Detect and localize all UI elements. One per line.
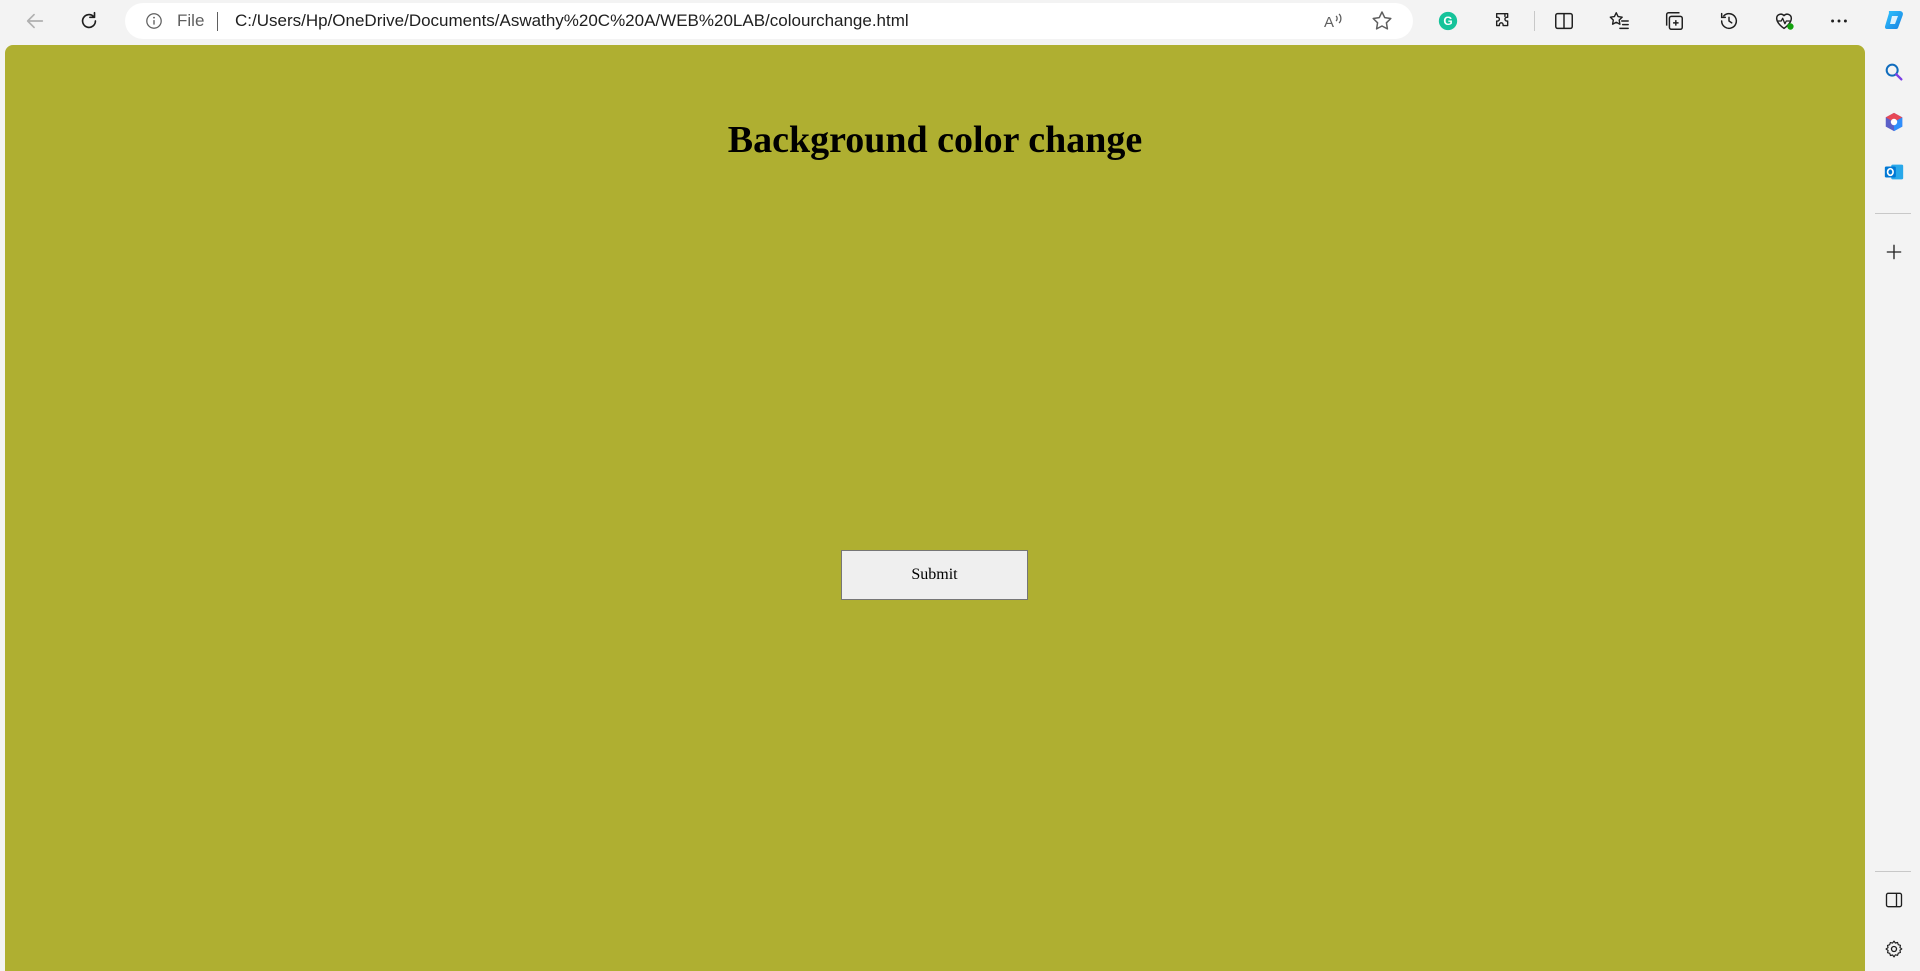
address-scheme-label: File xyxy=(177,11,205,30)
address-bar[interactable]: File C:/Users/Hp/OneDrive/Documents/Aswa… xyxy=(125,3,1413,39)
address-separator xyxy=(217,12,218,31)
sidebar-office-button[interactable] xyxy=(1882,110,1906,134)
browser-essentials-button[interactable] xyxy=(1766,6,1802,36)
svg-text:G: G xyxy=(1443,14,1452,28)
history-button[interactable] xyxy=(1711,6,1747,36)
sidebar-settings-button[interactable] xyxy=(1882,937,1906,961)
grammarly-icon: G xyxy=(1438,11,1458,31)
hide-sidebar-icon xyxy=(1885,892,1903,908)
address-url[interactable]: C:/Users/Hp/OneDrive/Documents/Aswathy%2… xyxy=(235,12,909,30)
browser-essentials-icon xyxy=(1775,13,1794,30)
grammarly-button[interactable]: G xyxy=(1430,6,1466,36)
read-aloud-icon[interactable]: A xyxy=(1321,9,1345,33)
edge-sidebar xyxy=(1868,0,1920,971)
sidebar-divider xyxy=(1875,213,1911,214)
settings-icon xyxy=(1885,940,1903,958)
copilot-icon xyxy=(1884,11,1903,30)
favorite-star-icon[interactable] xyxy=(1370,9,1394,33)
svg-text:A: A xyxy=(1324,14,1334,31)
add-icon xyxy=(1886,244,1902,260)
browser-toolbar: File C:/Users/Hp/OneDrive/Documents/Aswa… xyxy=(0,0,1880,42)
more-icon xyxy=(1831,19,1847,23)
sidebar-add-button[interactable] xyxy=(1882,240,1906,264)
split-screen-button[interactable] xyxy=(1546,6,1582,36)
toolbar-divider xyxy=(1534,11,1535,31)
search-icon xyxy=(1885,63,1903,81)
refresh-button[interactable] xyxy=(71,6,107,36)
favorites-icon xyxy=(1609,12,1629,30)
outlook-icon xyxy=(1884,164,1904,180)
sidebar-outlook-button[interactable] xyxy=(1882,160,1906,184)
submit-button[interactable]: Submit xyxy=(841,550,1028,600)
collections-icon xyxy=(1665,12,1683,30)
office-icon xyxy=(1885,112,1903,132)
split-screen-icon xyxy=(1555,12,1573,30)
extensions-icon xyxy=(1495,12,1509,27)
extensions-button[interactable] xyxy=(1486,6,1522,36)
sidebar-search-button[interactable] xyxy=(1882,60,1906,84)
favorites-button[interactable] xyxy=(1601,6,1637,36)
collections-button[interactable] xyxy=(1656,6,1692,36)
more-button[interactable] xyxy=(1821,6,1857,36)
info-icon[interactable] xyxy=(145,12,163,30)
page-heading: Background color change xyxy=(727,119,1143,161)
hide-sidebar-button[interactable] xyxy=(1882,888,1906,912)
back-button[interactable] xyxy=(17,6,53,36)
refresh-icon xyxy=(81,11,97,29)
sidebar-divider-bottom xyxy=(1875,871,1911,872)
history-icon xyxy=(1720,12,1738,30)
back-icon xyxy=(26,13,44,29)
copilot-button[interactable] xyxy=(1882,8,1906,32)
page-viewport: Background color change Submit xyxy=(5,45,1865,971)
